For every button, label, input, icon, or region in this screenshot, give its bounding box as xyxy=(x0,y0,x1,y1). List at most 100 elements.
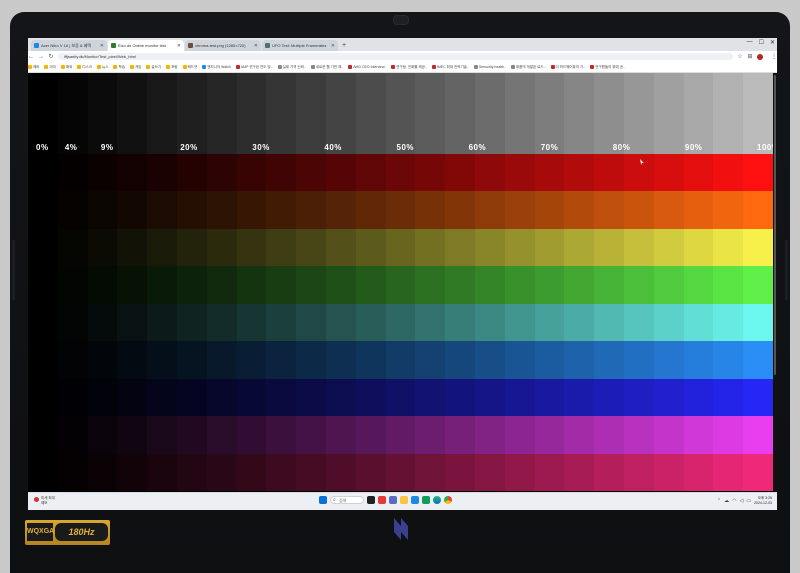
windows-start-icon[interactable] xyxy=(319,496,327,504)
color-step xyxy=(624,416,655,455)
bookmark-label: 연구원들의 위에 공.. xyxy=(595,64,625,69)
task-view-icon[interactable] xyxy=(367,496,375,504)
percent-label: 80% xyxy=(612,143,631,152)
bookmark-item[interactable]: Sensority health.. xyxy=(473,65,506,69)
color-step xyxy=(28,191,59,230)
bookmark-item[interactable]: 실제 가격 신뢰.. xyxy=(277,65,306,70)
color-step xyxy=(266,266,297,305)
battery-icon[interactable]: ▭ xyxy=(746,498,751,504)
taskbar-search-input[interactable]: 검색 xyxy=(330,496,364,504)
tray-chevron-icon[interactable]: ⌃ xyxy=(717,498,721,504)
tab-close-icon[interactable]: ✕ xyxy=(254,43,258,49)
gray-step xyxy=(385,73,416,154)
color-step xyxy=(713,341,744,380)
gray-step xyxy=(624,73,655,154)
weather-widget[interactable]: 미세 최대 예보 xyxy=(34,496,55,505)
volume-icon[interactable]: ◁ xyxy=(740,498,744,504)
color-step xyxy=(653,416,685,455)
store-icon[interactable] xyxy=(411,496,419,504)
browser-tab[interactable]: chroma-test.png (1280×720) ✕ xyxy=(185,40,261,51)
url-input[interactable]: lffjsaeity.dk/Monitor/Test_pixel/Web_htm… xyxy=(58,53,733,60)
back-icon[interactable]: ← xyxy=(28,54,34,60)
bookmark-item[interactable]: 헤드셋 xyxy=(182,65,197,70)
color-step xyxy=(147,266,178,305)
color-step xyxy=(713,453,744,492)
bookmark-item[interactable]: 뉴스 xyxy=(97,65,108,70)
color-step xyxy=(28,266,59,305)
color-step xyxy=(415,266,446,305)
tab-close-icon[interactable]: ✕ xyxy=(100,43,104,49)
bookmark-item[interactable]: 더 하드웨어퓨처 기.. xyxy=(550,65,585,70)
mail-icon[interactable] xyxy=(422,496,430,504)
wifi-icon[interactable]: ◠ xyxy=(732,498,736,504)
gray-step xyxy=(534,73,565,154)
tab-label: Eizo.de Online monitor test xyxy=(118,43,167,48)
tab-close-icon[interactable]: ✕ xyxy=(331,43,335,49)
system-tray: ⌃ ☁ ◠ ◁ ▭ 오후 3:25 2024-12-03 xyxy=(717,496,772,506)
widgets-icon[interactable] xyxy=(378,496,386,504)
bookmark-item[interactable]: 새로운 웹 기반 제.. xyxy=(310,65,343,70)
color-step xyxy=(236,341,267,380)
color-step xyxy=(534,191,565,230)
clock-date: 2024-12-03 xyxy=(754,501,772,505)
browser-tab[interactable]: UFO Test: Multiple Framerates ✕ xyxy=(262,40,338,51)
color-step xyxy=(564,228,595,267)
color-step xyxy=(594,303,625,342)
tab-close-icon[interactable]: ✕ xyxy=(177,43,181,49)
scrollbar-thumb[interactable] xyxy=(774,75,776,375)
bookmark-item[interactable]: 게임 xyxy=(129,65,141,70)
bookmark-item[interactable]: 에버 xyxy=(28,65,39,70)
bookmark-item[interactable]: AMP 연구된 연도 및.. xyxy=(235,65,273,70)
color-step xyxy=(147,378,178,417)
vertical-scrollbar[interactable] xyxy=(773,73,777,492)
bookmark-item[interactable]: 디스크 xyxy=(77,65,92,70)
gray-step xyxy=(206,73,238,154)
color-step xyxy=(445,303,476,342)
bookmark-item[interactable]: 글쓰기 xyxy=(146,65,161,70)
brand-logo-icon xyxy=(394,518,408,540)
chrome-icon[interactable] xyxy=(444,496,452,504)
bookmark-item[interactable]: 제품의 개발된 로드.. xyxy=(510,64,546,70)
reload-icon[interactable]: ↻ xyxy=(48,53,54,60)
clock[interactable]: 오후 3:25 2024-12-03 xyxy=(754,496,772,506)
taskbar: 미세 최대 예보 검색 ⌃ ☁ ◠ ◁ ▭ 오후 3:25 2024-12-03 xyxy=(28,492,777,510)
edge-icon[interactable] xyxy=(433,496,441,504)
maximize-icon[interactable]: ☐ xyxy=(759,39,764,46)
color-step xyxy=(326,453,357,492)
browser-tab[interactable]: Acer Nitro V 16 | 보증 & 혜택 ✕ xyxy=(31,40,107,51)
color-step xyxy=(445,191,476,230)
color-step xyxy=(445,453,476,492)
bookmark-item[interactable]: 해외 xyxy=(60,65,72,70)
color-step xyxy=(743,341,774,380)
gray-step xyxy=(177,73,208,154)
avatar[interactable] xyxy=(757,53,763,60)
bookmark-item[interactable]: 엔지니어 Watch xyxy=(202,65,231,70)
extensions-icon[interactable]: ⊞ xyxy=(747,53,753,60)
minimize-icon[interactable]: — xyxy=(747,39,753,46)
cloud-icon[interactable]: ☁ xyxy=(724,498,729,504)
browser-tab[interactable]: Eizo.de Online monitor test ✕ xyxy=(108,40,184,51)
forward-icon[interactable]: → xyxy=(38,54,44,60)
bookmark-item[interactable]: IMEC 최대 전력기술.. xyxy=(431,65,469,70)
bookmark-item[interactable]: 포럼 xyxy=(166,65,178,70)
menu-icon[interactable]: ⋮ xyxy=(771,53,777,60)
color-step xyxy=(504,191,536,230)
bookmark-label: 제품의 개발된 로드.. xyxy=(515,64,546,69)
new-tab-button[interactable]: + xyxy=(342,40,346,51)
file-explorer-icon[interactable] xyxy=(400,496,408,504)
bookmark-item[interactable]: 연구원들의 위에 공.. xyxy=(590,65,625,70)
color-step xyxy=(87,341,118,380)
chat-icon[interactable] xyxy=(389,496,397,504)
color-step xyxy=(206,191,238,230)
bookmark-item[interactable]: 연구팀, 진화를 제공.. xyxy=(391,65,427,70)
bookmark-item[interactable]: AMD CEO Interview.. xyxy=(348,65,386,69)
color-step xyxy=(594,191,625,230)
bookmark-item[interactable]: 학습 xyxy=(113,65,125,70)
close-window-icon[interactable]: ✕ xyxy=(770,39,775,46)
color-step xyxy=(28,154,59,192)
bookmark-folder-icon xyxy=(97,65,102,69)
color-step xyxy=(236,416,267,455)
color-step xyxy=(355,191,387,230)
bookmark-star-icon[interactable]: ☆ xyxy=(737,53,743,60)
bookmark-item[interactable]: 미국 xyxy=(44,65,56,70)
